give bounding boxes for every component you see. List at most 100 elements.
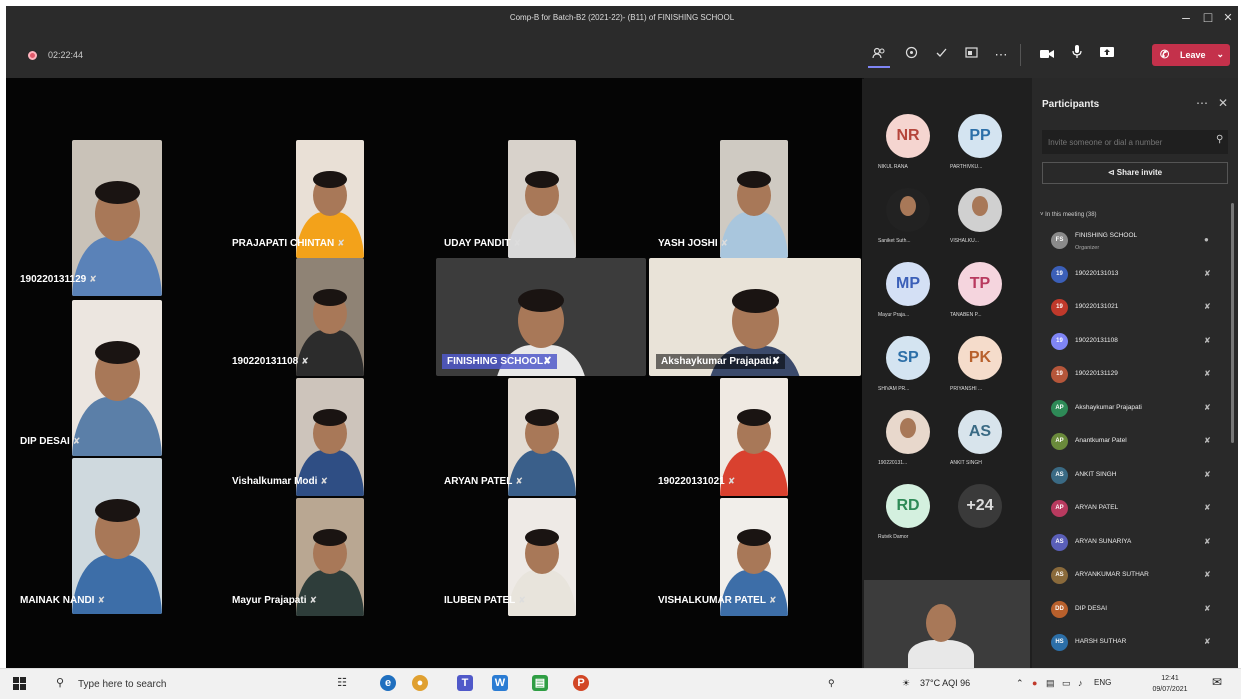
chat-icon[interactable] <box>900 44 922 66</box>
teams-icon[interactable]: T <box>457 675 473 691</box>
powerpoint-icon[interactable]: P <box>573 675 589 691</box>
panel-title: Participants <box>1042 99 1100 110</box>
participant-list-item[interactable]: 19 190220131021 ✘ <box>1032 291 1238 324</box>
participant-list-item[interactable]: DD DIP DESAI ✘ <box>1032 593 1238 626</box>
volume-icon[interactable]: ♪ <box>1078 678 1083 688</box>
reactions-icon[interactable] <box>930 44 952 66</box>
participant-video-hair <box>732 289 779 313</box>
participant-initials-avatar[interactable]: PP <box>958 114 1002 158</box>
more-actions-icon[interactable]: ⋯ <box>990 44 1012 66</box>
participant-initials-avatar[interactable]: RD <box>886 484 930 528</box>
self-view-video[interactable] <box>864 580 1030 668</box>
avatar: 19 <box>1051 366 1068 383</box>
participant-video-body <box>720 212 788 258</box>
participant-video-body <box>508 450 576 496</box>
windows-start-icon[interactable] <box>13 677 26 690</box>
participant-avatar-label: PARTHIVKU... <box>950 164 983 170</box>
participant-list-item[interactable]: AP ARYAN PATEL ✘ <box>1032 492 1238 525</box>
network-icon[interactable]: ▤ <box>1046 678 1055 689</box>
camera-icon[interactable] <box>1036 44 1058 66</box>
participant-initials-avatar[interactable]: PK <box>958 336 1002 380</box>
weather-readout[interactable]: 37°C AQI 96 <box>920 678 970 688</box>
participant-avatar-label: 190220131... <box>878 460 908 466</box>
video-tile[interactable] <box>72 140 162 296</box>
video-tile[interactable] <box>72 300 162 456</box>
leave-button[interactable]: ✆ Leave ⌄ <box>1152 44 1230 66</box>
participant-list-item[interactable]: FS FINISHING SCHOOL Organizer ● <box>1032 224 1238 257</box>
task-view-icon[interactable]: ☷ <box>334 675 350 691</box>
participants-icon[interactable] <box>868 44 890 68</box>
avatar-initials: SP <box>897 349 919 366</box>
antivirus-icon[interactable]: ● <box>1032 678 1037 688</box>
participant-list-item[interactable]: HS HARSH SUTHAR ✘ <box>1032 626 1238 659</box>
scrollbar[interactable] <box>1231 203 1234 443</box>
notifications-icon[interactable]: ✉ <box>1212 675 1222 689</box>
participant-initials-avatar[interactable]: TP <box>958 262 1002 306</box>
participant-photo-avatar[interactable] <box>958 188 1002 232</box>
word-icon[interactable]: W <box>492 675 508 691</box>
participant-list-item[interactable]: 19 190220131013 ✘ <box>1032 258 1238 291</box>
chrome-icon[interactable]: ● <box>412 675 428 691</box>
edge-icon[interactable]: e <box>380 675 396 691</box>
taskbar-search[interactable]: ⚲ Type here to search <box>48 675 298 693</box>
meeting-timer: 02:22:44 <box>48 50 84 60</box>
chevron-down-icon[interactable]: ⌄ <box>1216 49 1224 60</box>
participant-name-label: UDAY PANDIT ✘ <box>444 238 521 249</box>
rooms-icon[interactable] <box>960 44 982 66</box>
participant-name-text: UDAY PANDIT <box>444 238 511 249</box>
participant-photo-avatar[interactable] <box>886 410 930 454</box>
maximize-button[interactable]: □ <box>1198 9 1218 25</box>
windows-taskbar: ⚲ Type here to search ☷ e ● T W ▤ P ⚲ ☀ … <box>0 668 1241 699</box>
participant-initials-avatar[interactable]: SP <box>886 336 930 380</box>
participant-avatar-label: SHIVAM PR... <box>878 386 910 392</box>
participant-initials-avatar[interactable]: +24 <box>958 484 1002 528</box>
system-clock[interactable]: 12:41 09/07/2021 <box>1148 673 1192 695</box>
participant-list-item[interactable]: AP Akshaykumar Prajapati ✘ <box>1032 392 1238 425</box>
participant-list-item[interactable]: 19 190220131129 ✘ <box>1032 358 1238 391</box>
participant-list-item[interactable]: AS ARYANKUMAR SUTHAR ✘ <box>1032 559 1238 592</box>
minimize-button[interactable]: – <box>1176 9 1196 25</box>
participant-photo-avatar[interactable] <box>886 188 930 232</box>
in-meeting-section-header[interactable]: ˅ In this meeting (38) <box>1040 212 1097 218</box>
search-icon[interactable]: ⚲ <box>1216 134 1223 145</box>
language-indicator[interactable]: ENG <box>1094 678 1111 687</box>
weather-icon[interactable]: ☀ <box>902 678 910 689</box>
participant-name-text: 190220131108 <box>232 356 299 367</box>
participant-list-item[interactable]: AS ANKIT SINGH ✘ <box>1032 459 1238 492</box>
invite-input[interactable] <box>1042 130 1228 154</box>
close-button[interactable]: ✕ <box>1218 11 1238 24</box>
more-options-icon[interactable]: ⋯ <box>1196 96 1208 110</box>
participant-list-item[interactable]: AP Anantkumar Patel ✘ <box>1032 425 1238 458</box>
participant-video-body <box>720 570 788 616</box>
people-icon[interactable]: ⚲ <box>828 678 835 689</box>
participant-video-hair <box>525 409 559 426</box>
participant-initials-avatar[interactable]: AS <box>958 410 1002 454</box>
participant-video-body <box>296 212 364 258</box>
participant-name-label: Mayur Prajapati ✘ <box>232 595 317 606</box>
participant-name-label: PRAJAPATI CHINTAN ✘ <box>232 238 345 249</box>
tray-chevron-icon[interactable]: ⌃ <box>1016 678 1024 689</box>
participant-name-text: Akshaykumar Prajapati <box>661 356 772 367</box>
participant-list-item[interactable]: 19 190220131108 ✘ <box>1032 325 1238 358</box>
mic-muted-icon: ✘ <box>1204 302 1211 311</box>
avatar-initials: +24 <box>966 497 994 514</box>
participant-initials-avatar[interactable]: NR <box>886 114 930 158</box>
video-tile[interactable] <box>72 458 162 614</box>
share-invite-button[interactable]: ⊲ Share invite <box>1042 162 1228 184</box>
video-tile[interactable] <box>720 140 788 258</box>
share-screen-icon[interactable] <box>1096 44 1118 66</box>
participant-list-item[interactable]: AS ARYAN SUNARIYA ✘ <box>1032 526 1238 559</box>
participant-video-hair <box>737 409 771 426</box>
mic-muted-icon: ✘ <box>89 274 97 284</box>
file-explorer-icon[interactable]: ▤ <box>532 675 548 691</box>
battery-icon[interactable]: ▭ <box>1062 678 1071 689</box>
avatar-initials: PK <box>968 349 992 366</box>
mic-muted-icon: ✘ <box>1204 536 1211 546</box>
microphone-icon[interactable] <box>1066 44 1088 66</box>
avatar-photo-face <box>900 196 916 216</box>
close-panel-icon[interactable]: ✕ <box>1218 96 1228 110</box>
avatar-photo-face <box>972 196 988 216</box>
participant-video-body <box>296 570 364 616</box>
participant-video-hair <box>518 289 564 312</box>
participant-initials-avatar[interactable]: MP <box>886 262 930 306</box>
